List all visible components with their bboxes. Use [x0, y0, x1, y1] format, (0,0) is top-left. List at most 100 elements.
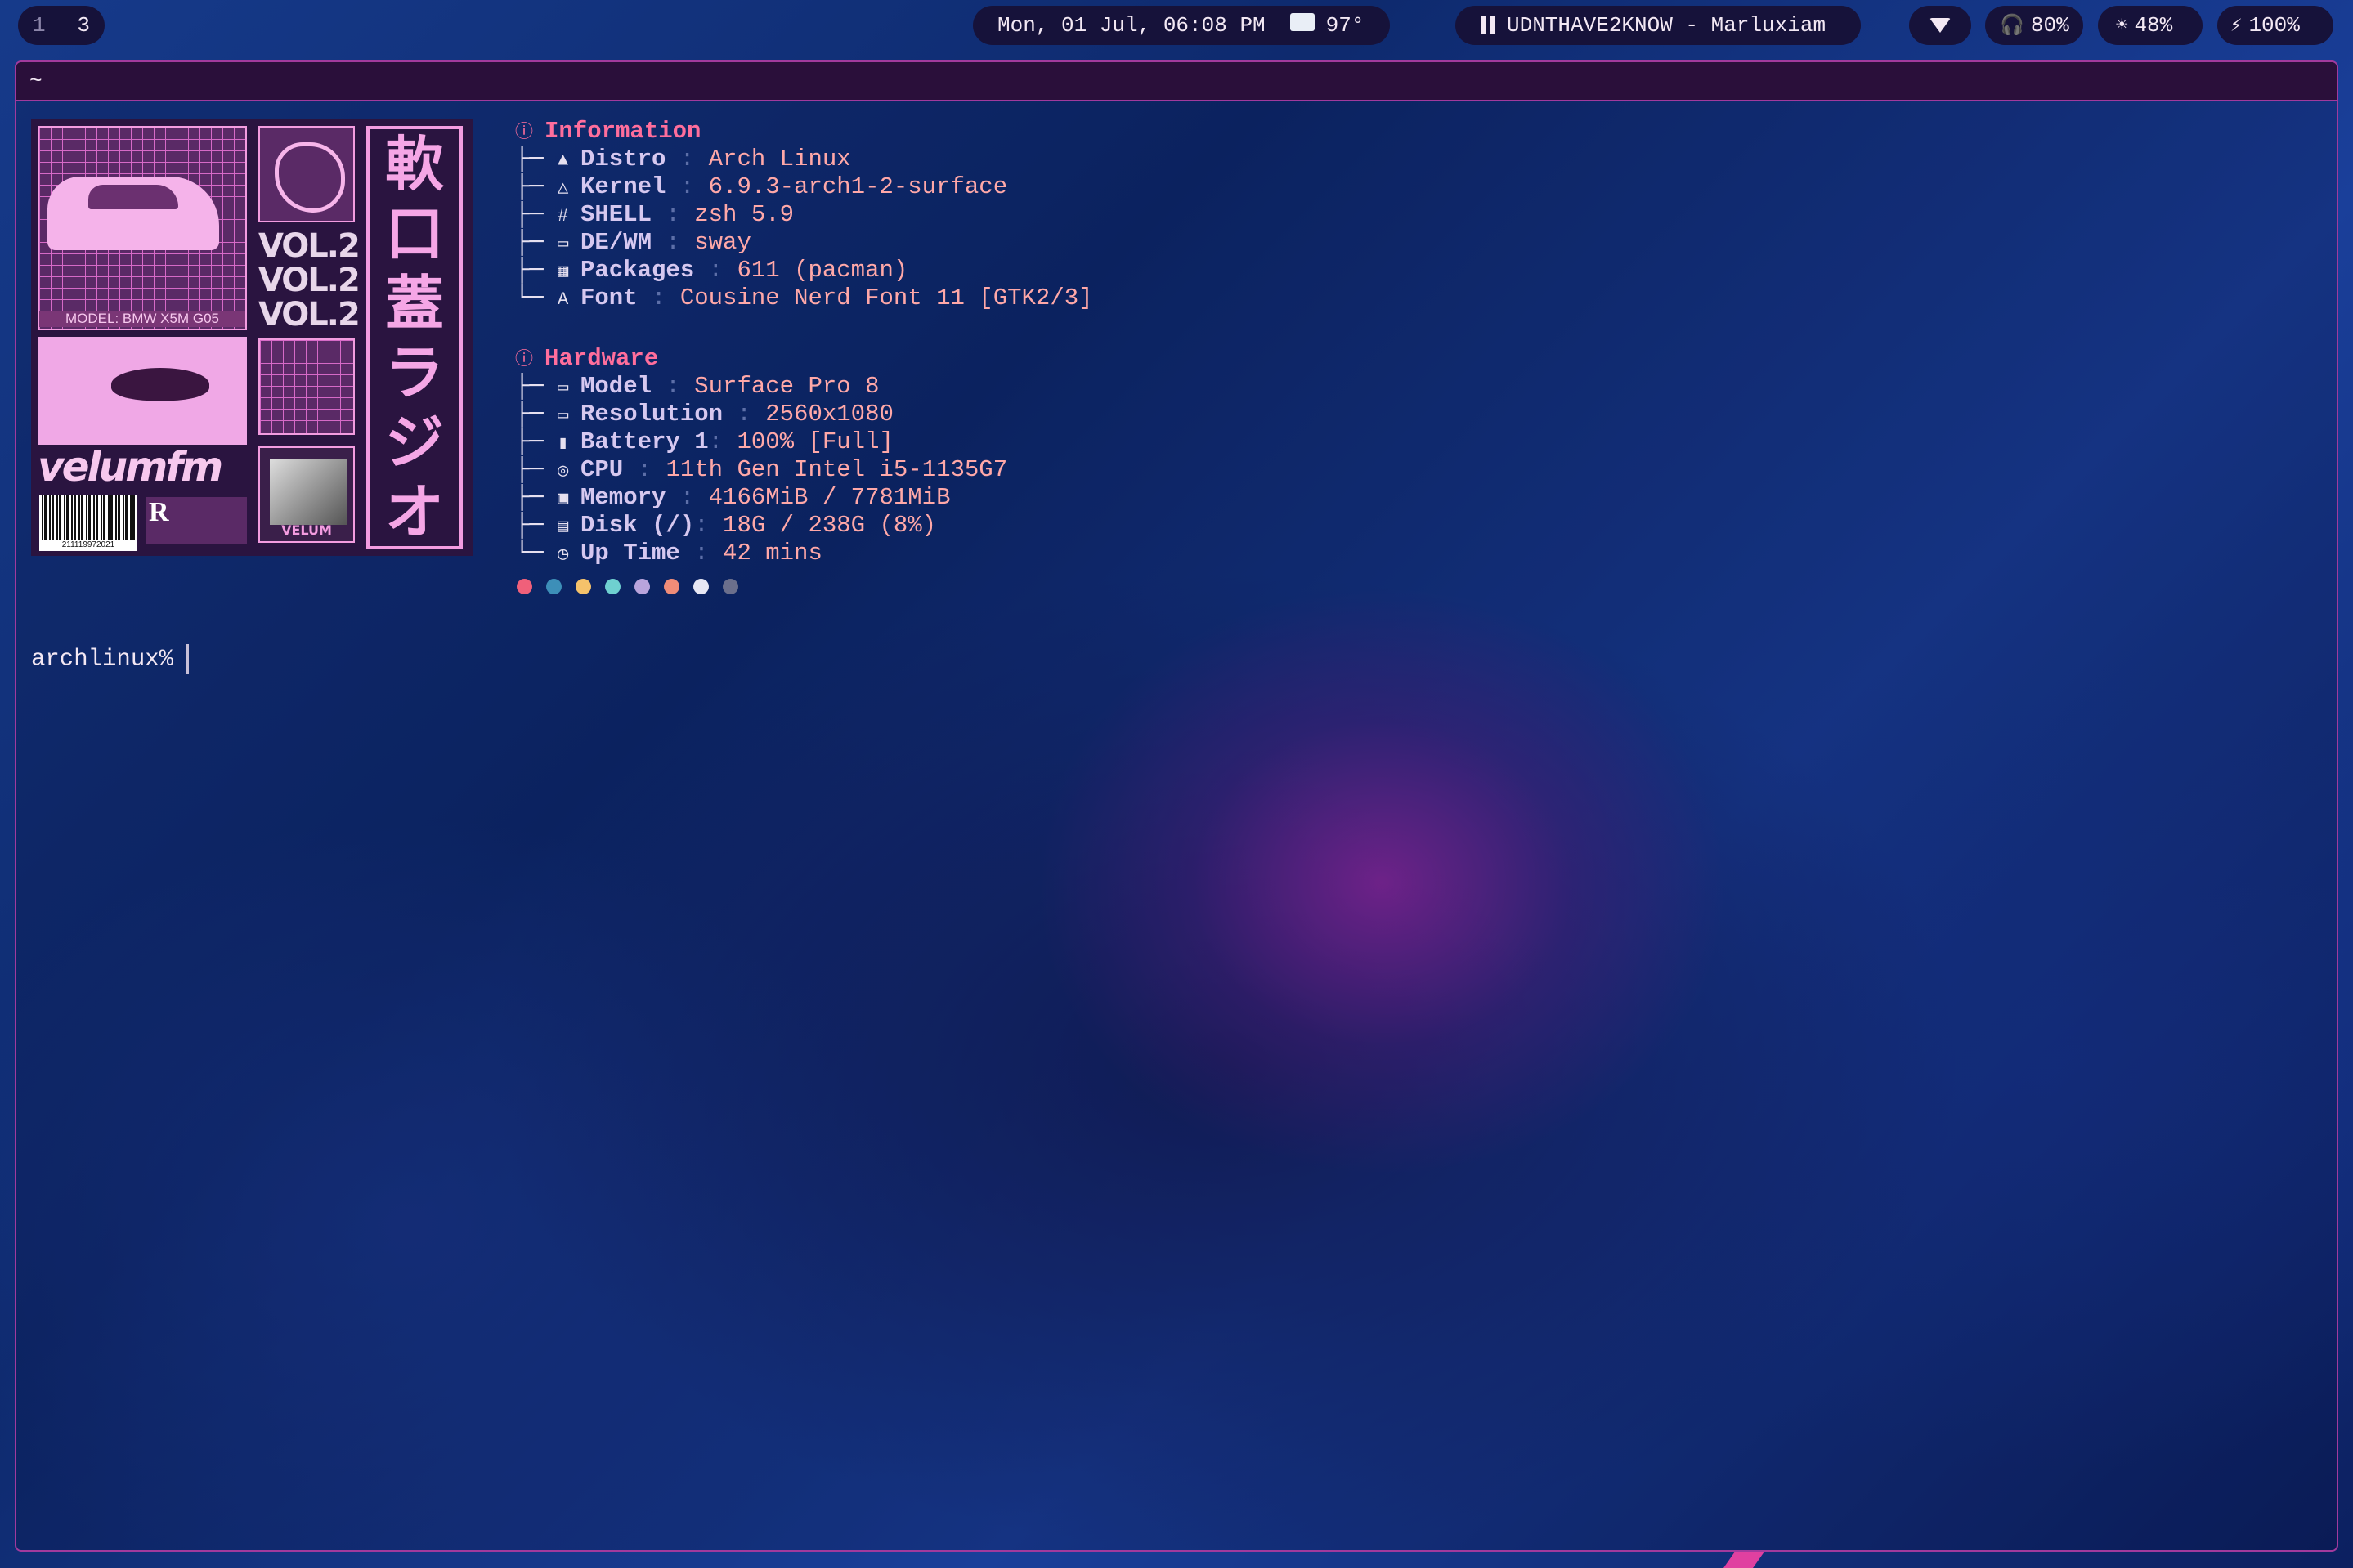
- laptop-icon: ▭: [558, 378, 569, 398]
- fetch-key: Up Time: [580, 540, 680, 567]
- disk-icon: ▤: [558, 517, 569, 537]
- information-header: ⓘ Information: [515, 118, 1093, 146]
- barcode-number: 211119972021: [39, 540, 137, 551]
- linux-icon: △: [558, 178, 569, 199]
- kanji-char: オ: [384, 477, 444, 546]
- fetch-row: ├─ ▮ Battery 1: 100% [Full]: [515, 428, 1093, 456]
- tree-branch: └─: [515, 540, 558, 567]
- fetch-key: Packages: [580, 257, 695, 284]
- fetch-row: └─ A Font : Cousine Nerd Font 11 [GTK2/3]: [515, 284, 1093, 312]
- fetch-key: CPU: [580, 456, 624, 483]
- font-icon: A: [558, 289, 569, 310]
- shell-prompt[interactable]: archlinux%: [31, 644, 190, 674]
- battery-widget[interactable]: ⚡ 100%: [2217, 6, 2333, 45]
- terminal-title[interactable]: ~: [16, 62, 2337, 101]
- car-label: MODEL: BMW X5M G05: [39, 311, 245, 327]
- memory-icon: ▣: [558, 489, 569, 509]
- fetch-separator: :: [666, 173, 709, 200]
- package-icon: ▦: [558, 262, 569, 282]
- kanji-char: 蓋: [384, 268, 444, 338]
- tree-branch: ├─: [515, 484, 558, 511]
- tree-branch: ├─: [515, 401, 558, 428]
- fetch-key: Kernel: [580, 173, 666, 200]
- fetch-key: Disk (/): [580, 512, 695, 539]
- car-window: [88, 185, 178, 209]
- fetch-separator: :: [666, 146, 709, 172]
- fetch-row: ├─ ▲ Distro : Arch Linux: [515, 146, 1093, 173]
- color-palette: [515, 579, 1093, 594]
- workspace-1[interactable]: 1: [33, 13, 46, 38]
- clock-icon: ◷: [558, 544, 569, 565]
- fetch-separator: :: [694, 257, 737, 284]
- fetch-value: 6.9.3-arch1-2-surface: [708, 173, 1008, 200]
- palette-dot: [723, 579, 738, 594]
- palette-dot: [605, 579, 621, 594]
- fetch-row: ├─ ▭ DE/WM : sway: [515, 229, 1093, 257]
- monitor-icon: ▭: [558, 405, 569, 426]
- workspace-switcher: 1 3: [18, 6, 105, 45]
- media-widget[interactable]: UDNTHAVE2KNOW - Marluxiam: [1455, 6, 1861, 45]
- wifi-icon: [1929, 18, 1951, 33]
- tree-branch: ├─: [515, 201, 558, 228]
- fetch-separator: :: [652, 373, 695, 400]
- photo-panel: VELUM: [258, 446, 355, 543]
- fetch-row: ├─ ▣ Memory : 4166MiB / 7781MiB: [515, 484, 1093, 512]
- r-mark: R: [146, 497, 247, 544]
- hash-icon: #: [558, 206, 569, 226]
- fetch-logo-art: MODEL: BMW X5M G05 VOL.2 VOL.2 VOL.2 軟 口…: [31, 119, 473, 556]
- fetch-separator: :: [694, 512, 724, 539]
- window-icon: ▭: [558, 234, 569, 254]
- fetch-value: 11th Gen Intel i5-1135G7: [666, 456, 1008, 483]
- tree-branch: ├─: [515, 146, 558, 172]
- kanji-char: 口: [384, 199, 444, 268]
- velum-logo: velumfm: [38, 443, 223, 491]
- fetch-value: 18G / 238G (8%): [723, 512, 937, 539]
- fetch-row: ├─ # SHELL : zsh 5.9: [515, 201, 1093, 229]
- fetch-value: sway: [694, 229, 751, 256]
- weather: 97°: [1289, 13, 1364, 38]
- barcode-image: [39, 495, 137, 541]
- fetch-separator: :: [723, 401, 766, 428]
- fetch-key: SHELL: [580, 201, 652, 228]
- hardware-header: ⓘ Hardware: [515, 345, 1093, 373]
- tree-branch: └─: [515, 284, 558, 311]
- now-playing: UDNTHAVE2KNOW - Marluxiam: [1507, 13, 1826, 38]
- tree-branch: ├─: [515, 173, 558, 200]
- fetch-row: ├─ ▦ Packages : 611 (pacman): [515, 257, 1093, 284]
- fetch-value: zsh 5.9: [694, 201, 795, 228]
- anime-eye: [111, 368, 209, 401]
- terminal-window[interactable]: ~ MODEL: BMW X5M G05 VOL.2 VOL.2 VOL.2 軟…: [15, 60, 2338, 1552]
- pause-icon[interactable]: [1481, 16, 1495, 34]
- face-panel: [258, 126, 355, 222]
- brightness-widget[interactable]: ☀ 48%: [2098, 6, 2203, 45]
- tree-branch: ├─: [515, 512, 558, 539]
- battery-icon: ▮: [558, 433, 569, 454]
- anime-eye-image: [38, 337, 247, 445]
- car-panel: MODEL: BMW X5M G05: [38, 126, 247, 330]
- workspace-3[interactable]: 3: [77, 13, 90, 38]
- fetch-value: 2560x1080: [765, 401, 894, 428]
- vol-text-1: VOL.2: [258, 227, 361, 265]
- info-icon: ⓘ: [515, 350, 534, 370]
- information-title: Information: [545, 118, 701, 145]
- fetch-separator: :: [679, 540, 724, 567]
- volume-widget[interactable]: 🎧 80%: [1985, 6, 2083, 45]
- clock-weather-widget[interactable]: Mon, 01 Jul, 06:08 PM 97°: [973, 6, 1390, 45]
- fetch-key: Model: [580, 373, 652, 400]
- fetch-key: Resolution: [580, 401, 724, 428]
- palette-dot: [546, 579, 562, 594]
- fetch-row: ├─ ▭ Resolution : 2560x1080: [515, 401, 1093, 428]
- kanji-char: ジ: [384, 407, 444, 477]
- fetch-separator: :: [623, 456, 666, 483]
- wifi-widget[interactable]: [1909, 6, 1971, 45]
- fetch-separator: :: [666, 484, 709, 511]
- palette-dot: [576, 579, 591, 594]
- headphones-icon: 🎧: [2000, 16, 2024, 38]
- tree-branch: ├─: [515, 373, 558, 400]
- fetch-key: DE/WM: [580, 229, 652, 256]
- fetch-row: ├─ ▭ Model : Surface Pro 8: [515, 373, 1093, 401]
- palette-dot: [634, 579, 650, 594]
- fetch-separator: :: [637, 284, 680, 311]
- info-icon: ⓘ: [515, 123, 534, 143]
- battery-charging-icon: ⚡: [2230, 16, 2243, 38]
